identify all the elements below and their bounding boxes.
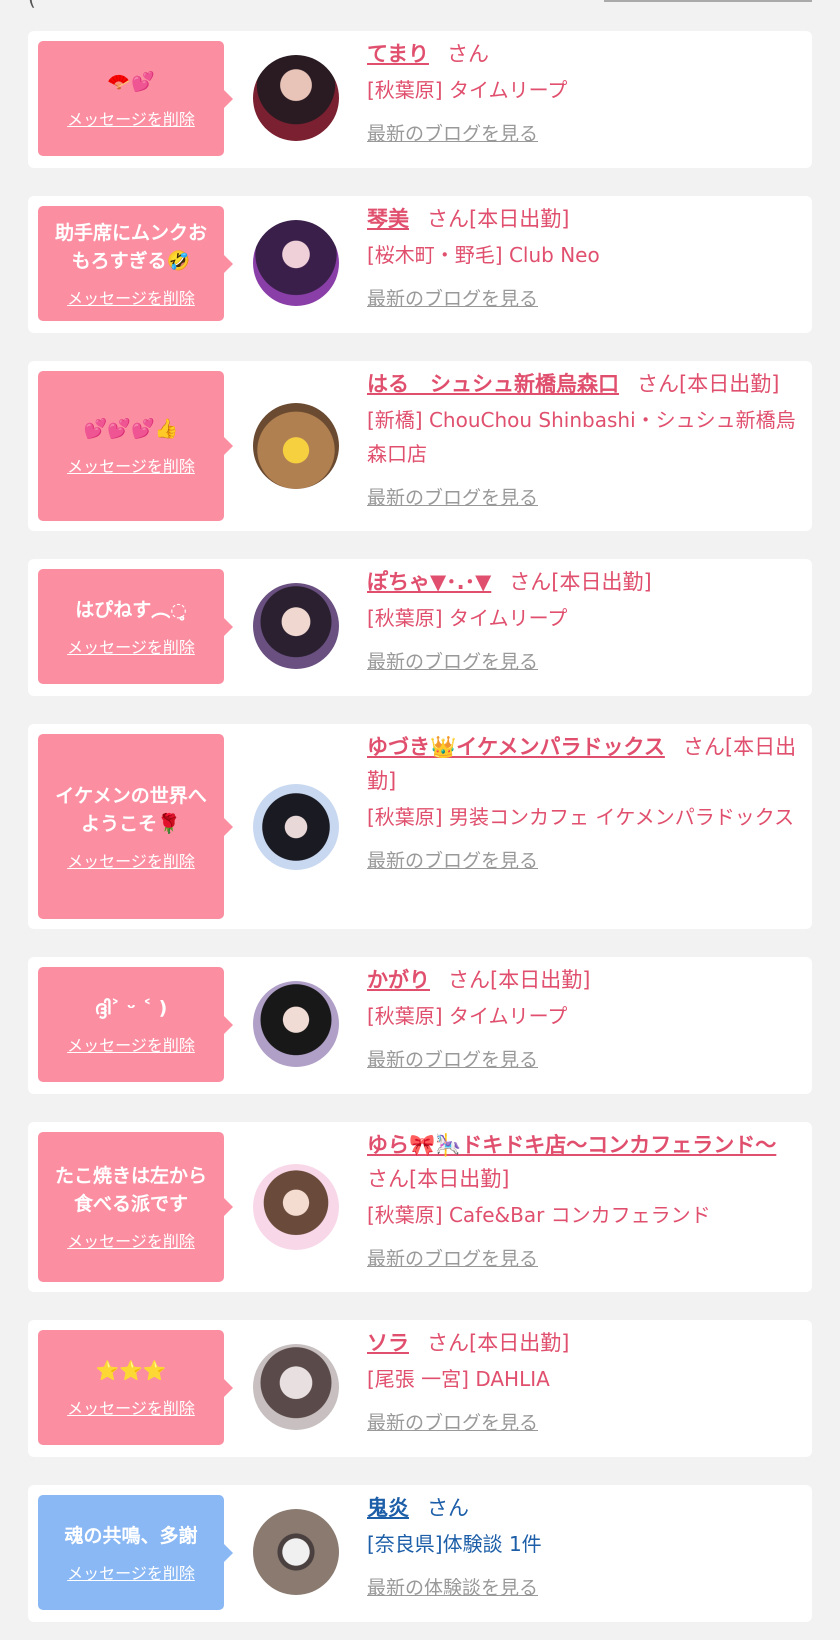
message-text: 助手席にムンクおもろすぎる🤣 xyxy=(54,221,207,272)
latest-blog-link[interactable]: 最新のブログを見る xyxy=(367,119,538,146)
cast-status: さん[本日出勤] xyxy=(367,1167,510,1191)
avatar[interactable] xyxy=(253,1344,339,1430)
shop-info: [奈良県]体験談 1件 xyxy=(367,1532,542,1556)
message-bubble: たこ焼きは左から食べる派です メッセージを削除 xyxy=(38,1132,233,1282)
avatar[interactable] xyxy=(253,981,339,1067)
delete-message-link[interactable]: メッセージを削除 xyxy=(67,285,195,309)
message-card: 🪭💕 メッセージを削除 てまり さん [秋葉原] タイムリープ 最新のブログを見る xyxy=(28,31,812,168)
top-fragment: ( xyxy=(28,0,36,10)
message-card: イケメンの世界へようこそ🌹 メッセージを削除 ゆづき👑イケメンパラドックス さん[… xyxy=(28,724,812,929)
delete-message-link[interactable]: メッセージを削除 xyxy=(67,453,195,477)
message-card: 魂の共鳴、多謝 メッセージを削除 鬼炎 さん [奈良県]体験談 1件 最新の体験談… xyxy=(28,1485,812,1622)
cast-status: さん[本日出勤] xyxy=(637,372,780,396)
message-text: 💕💕💕👍 xyxy=(83,418,179,440)
latest-blog-link[interactable]: 最新のブログを見る xyxy=(367,1045,538,1072)
avatar[interactable] xyxy=(253,55,339,141)
shop-info: [桜木町・野毛] Club Neo xyxy=(367,243,600,267)
avatar[interactable] xyxy=(253,784,339,870)
top-divider xyxy=(604,0,812,2)
message-card: はぴねす︵◌̥̥̥ メッセージを削除 ぽちゃ▼･.･▼ さん[本日出勤] [秋葉原… xyxy=(28,559,812,696)
avatar[interactable] xyxy=(253,1164,339,1250)
latest-blog-link[interactable]: 最新のブログを見る xyxy=(367,483,538,510)
avatar[interactable] xyxy=(253,220,339,306)
message-text: たこ焼きは左から食べる派です xyxy=(54,1165,207,1215)
cast-status: さん xyxy=(427,1496,469,1520)
avatar[interactable] xyxy=(253,1509,339,1595)
delete-message-link[interactable]: メッセージを削除 xyxy=(67,634,195,658)
avatar[interactable] xyxy=(253,403,339,489)
message-text: 魂の共鳴、多謝 xyxy=(64,1524,198,1547)
cast-name-link[interactable]: てまり xyxy=(367,42,429,66)
message-card: 💕💕💕👍 メッセージを削除 はる シュシュ新橋烏森口 さん[本日出勤] [新橋] … xyxy=(28,361,812,531)
shop-info: [秋葉原] Cafe&Bar コンカフェランド xyxy=(367,1203,711,1227)
delete-message-link[interactable]: メッセージを削除 xyxy=(67,848,195,872)
cast-status: さん[本日出勤] xyxy=(427,1331,570,1355)
avatar[interactable] xyxy=(253,583,339,669)
message-bubble: 🪭💕 メッセージを削除 xyxy=(38,41,233,156)
delete-message-link[interactable]: メッセージを削除 xyxy=(67,1395,195,1419)
shop-info: [新橋] ChouChou Shinbashi・シュシュ新橋烏森口店 xyxy=(367,408,796,466)
cast-name-link[interactable]: ソラ xyxy=(367,1331,409,1355)
message-bubble: 魂の共鳴、多謝 メッセージを削除 xyxy=(38,1495,233,1610)
cast-name-link[interactable]: ゆづき👑イケメンパラドックス xyxy=(367,735,665,759)
latest-blog-link[interactable]: 最新のブログを見る xyxy=(367,284,538,311)
cast-status: さん xyxy=(446,42,489,66)
latest-review-link[interactable]: 最新の体験談を見る xyxy=(367,1573,538,1600)
message-card: ദ്ദി˃ ᵕ ˂ ) メッセージを削除 かがり さん[本日出勤] [秋葉原] タ… xyxy=(28,957,812,1094)
cast-status: さん[本日出勤] xyxy=(448,968,591,992)
message-card: 助手席にムンクおもろすぎる🤣 メッセージを削除 琴美 さん[本日出勤] [桜木町・… xyxy=(28,196,812,333)
cast-name-link[interactable]: はる シュシュ新橋烏森口 xyxy=(367,372,619,396)
cast-name-link[interactable]: 鬼炎 xyxy=(367,1496,409,1520)
message-bubble: はぴねす︵◌̥̥̥ メッセージを削除 xyxy=(38,569,233,684)
message-card: たこ焼きは左から食べる派です メッセージを削除 ゆら🎀🎠ドキドキ店〜コンカフェラ… xyxy=(28,1122,812,1292)
delete-message-link[interactable]: メッセージを削除 xyxy=(67,1560,195,1584)
cast-name-link[interactable]: 琴美 xyxy=(367,207,409,231)
latest-blog-link[interactable]: 最新のブログを見る xyxy=(367,1244,538,1271)
shop-info: [秋葉原] タイムリープ xyxy=(367,78,568,102)
message-bubble: ദ്ദി˃ ᵕ ˂ ) メッセージを削除 xyxy=(38,967,233,1082)
message-bubble: 💕💕💕👍 メッセージを削除 xyxy=(38,371,233,521)
message-card: ⭐️⭐️⭐️ メッセージを削除 ソラ さん[本日出勤] [尾張 一宮] DAHLI… xyxy=(28,1320,812,1457)
delete-message-link[interactable]: メッセージを削除 xyxy=(67,1228,195,1252)
shop-info: [秋葉原] タイムリープ xyxy=(367,606,568,630)
message-bubble: 助手席にムンクおもろすぎる🤣 メッセージを削除 xyxy=(38,206,233,321)
cast-status: さん[本日出勤] xyxy=(427,207,570,231)
message-text: イケメンの世界へようこそ🌹 xyxy=(55,784,207,835)
cast-name-link[interactable]: ゆら🎀🎠ドキドキ店〜コンカフェランド〜 xyxy=(367,1133,776,1157)
delete-message-link[interactable]: メッセージを削除 xyxy=(67,1032,195,1056)
message-text: 🪭💕 xyxy=(107,70,155,93)
cast-status: さん[本日出勤] xyxy=(509,570,652,594)
latest-blog-link[interactable]: 最新のブログを見る xyxy=(367,647,538,674)
cast-name-link[interactable]: かがり xyxy=(367,968,430,992)
shop-info: [秋葉原] タイムリープ xyxy=(367,1004,568,1028)
message-text: ⭐️⭐️⭐️ xyxy=(95,1359,167,1382)
message-bubble: イケメンの世界へようこそ🌹 メッセージを削除 xyxy=(38,734,233,919)
latest-blog-link[interactable]: 最新のブログを見る xyxy=(367,1408,538,1435)
shop-info: [秋葉原] 男装コンカフェ イケメンパラドックス xyxy=(367,805,795,829)
message-text: ദ്ദി˃ ᵕ ˂ ) xyxy=(94,996,168,1019)
shop-info: [尾張 一宮] DAHLIA xyxy=(367,1367,550,1391)
message-text: はぴねす︵◌̥̥̥ xyxy=(75,598,187,621)
latest-blog-link[interactable]: 最新のブログを見る xyxy=(367,846,538,873)
delete-message-link[interactable]: メッセージを削除 xyxy=(67,106,195,130)
message-bubble: ⭐️⭐️⭐️ メッセージを削除 xyxy=(38,1330,233,1445)
cast-name-link[interactable]: ぽちゃ▼･.･▼ xyxy=(367,570,491,594)
